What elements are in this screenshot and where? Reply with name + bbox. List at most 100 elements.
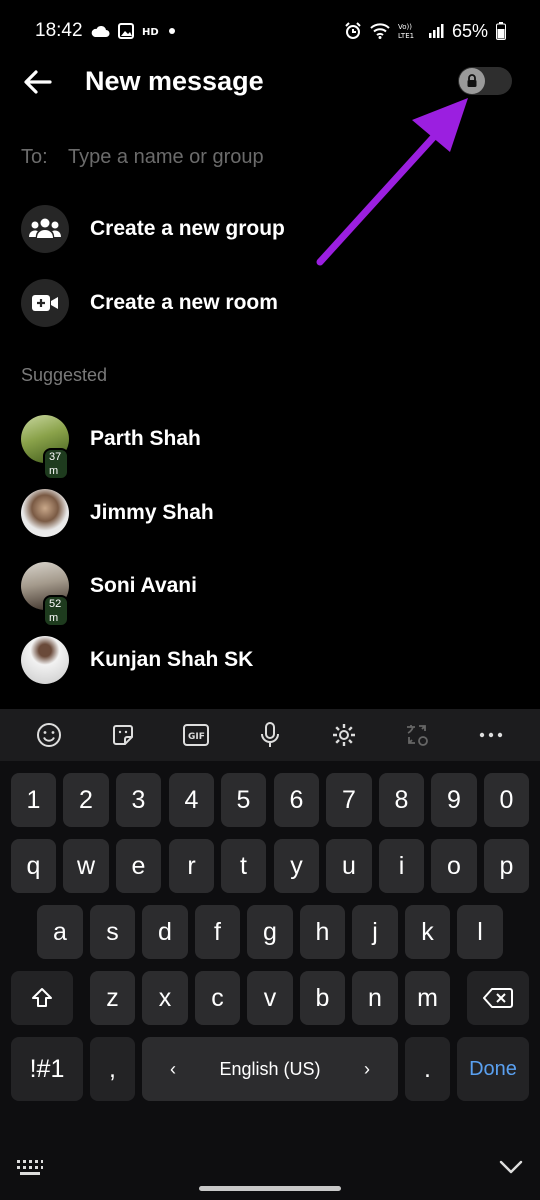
key-f[interactable]: f [195,905,240,959]
microphone-icon[interactable] [254,719,286,751]
key-a[interactable]: a [37,905,83,959]
video-room-icon [32,295,58,311]
key-i[interactable]: i [379,839,424,893]
period-key[interactable]: . [405,1037,450,1101]
comma-key[interactable]: , [90,1037,135,1101]
key-o[interactable]: o [431,839,477,893]
key-6[interactable]: 6 [274,773,319,827]
svg-text:GIF: GIF [188,732,205,742]
to-label: To: [21,145,48,168]
key-s[interactable]: s [90,905,135,959]
lte-icon: Vo))LTE1 [398,23,414,40]
key-h[interactable]: h [300,905,345,959]
image-icon [118,23,134,39]
video-room-icon-circle [21,279,69,327]
battery-icon [496,22,506,40]
settings-gear-icon[interactable] [328,719,360,751]
key-q[interactable]: q [11,839,56,893]
active-time-badge: 52 m [43,595,69,627]
key-w[interactable]: w [63,839,109,893]
shift-key[interactable] [11,971,73,1025]
key-t[interactable]: t [221,839,266,893]
hide-keyboard-chevron-down-icon[interactable] [498,1159,524,1175]
key-c[interactable]: c [195,971,240,1025]
key-r[interactable]: r [169,839,214,893]
battery-percent: 65% [451,20,488,41]
group-icon-circle [21,205,69,253]
emoji-icon[interactable] [33,719,65,751]
status-bar: 18:42 HD Vo)) LTE1 65% [0,0,540,60]
svg-text:Vo)): Vo)) [398,23,412,31]
status-time: 18:42 [35,20,83,41]
backspace-icon [483,988,513,1008]
key-e[interactable]: e [116,839,161,893]
lock-icon [467,74,477,87]
key-4[interactable]: 4 [169,773,214,827]
group-icon [29,218,61,238]
key-g[interactable]: g [247,905,293,959]
key-7[interactable]: 7 [326,773,372,827]
contact-row[interactable]: Jimmy Shah [21,488,521,538]
key-k[interactable]: k [405,905,450,959]
key-l[interactable]: l [457,905,503,959]
key-p[interactable]: p [484,839,529,893]
contact-name: Kunjan Shah SK [90,648,254,671]
symbols-key[interactable]: !#1 [11,1037,83,1101]
back-arrow-icon[interactable] [20,65,54,99]
create-room-label: Create a new room [90,291,278,314]
key-m[interactable]: m [405,971,450,1025]
create-group-label: Create a new group [90,217,285,240]
more-options-icon[interactable] [475,719,507,751]
contact-name: Jimmy Shah [90,501,214,524]
translate-icon[interactable] [401,719,433,751]
key-j[interactable]: j [352,905,398,959]
chevron-left-icon: ‹ [170,1058,176,1079]
key-u[interactable]: u [326,839,372,893]
create-room-row[interactable]: Create a new room [21,278,521,328]
key-x[interactable]: x [142,971,188,1025]
space-bar[interactable]: ‹ English (US) › [142,1037,398,1101]
wifi-icon [370,23,390,39]
contact-row[interactable]: 37 m Parth Shah [21,414,521,480]
contact-row[interactable]: 52 m Soni Avani [21,561,521,627]
active-time-badge: 37 m [43,448,69,480]
chevron-right-icon: › [364,1058,370,1079]
avatar [21,636,69,684]
key-y[interactable]: y [274,839,319,893]
dot-icon [169,28,175,34]
key-2[interactable]: 2 [63,773,109,827]
key-8[interactable]: 8 [379,773,424,827]
contact-name: Soni Avani [90,574,197,597]
status-right-icons: Vo)) LTE1 65% [344,20,506,42]
home-indicator[interactable] [199,1186,341,1191]
key-1[interactable]: 1 [11,773,56,827]
sticker-icon[interactable] [107,719,139,751]
gif-icon[interactable]: GIF [180,719,212,751]
contact-row[interactable]: Kunjan Shah SK [21,635,521,685]
keyboard-toolbar: GIF [0,709,540,761]
space-language-label: English (US) [219,1058,321,1079]
keyboard-switch-icon[interactable] [16,1159,44,1177]
avatar: 37 m [21,415,69,480]
key-0[interactable]: 0 [484,773,529,827]
letter-row-1: q w e r t y u i o p [0,839,540,893]
backspace-key[interactable] [467,971,529,1025]
key-n[interactable]: n [352,971,398,1025]
key-9[interactable]: 9 [431,773,477,827]
signal-icon [428,24,444,38]
status-left-icons: HD [90,20,176,42]
key-5[interactable]: 5 [221,773,266,827]
key-d[interactable]: d [142,905,188,959]
hd-icon: HD [142,27,159,37]
letter-row-3: z x c v b n m [0,971,540,1025]
suggested-heading: Suggested [21,365,108,385]
done-key[interactable]: Done [457,1037,529,1101]
key-z[interactable]: z [90,971,135,1025]
key-b[interactable]: b [300,971,345,1025]
navigation-bar [0,1149,540,1200]
page-title: New message [85,66,264,96]
annotation-arrow-icon [316,98,468,266]
key-v[interactable]: v [247,971,293,1025]
key-3[interactable]: 3 [116,773,161,827]
cloud-icon [91,25,110,37]
